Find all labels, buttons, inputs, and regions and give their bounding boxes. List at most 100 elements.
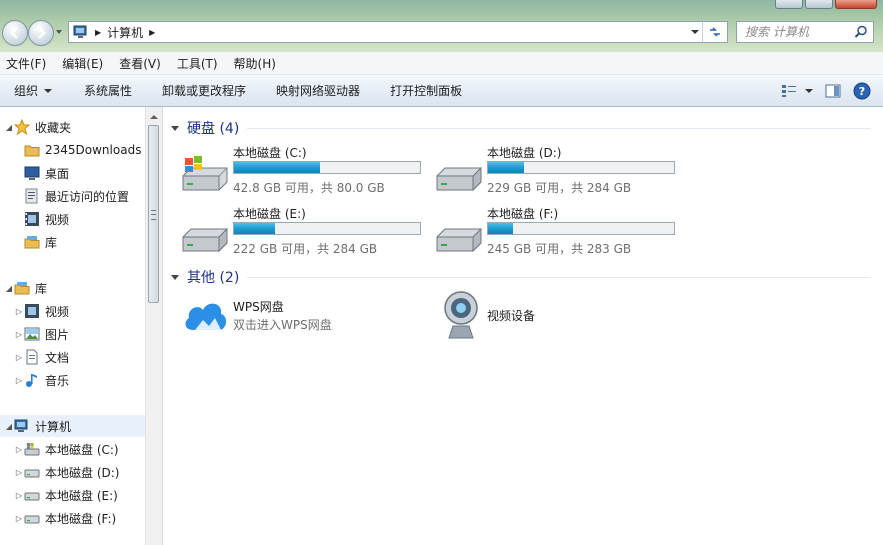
expand-icon[interactable]: ▷ — [14, 491, 24, 500]
view-dropdown-icon[interactable] — [805, 88, 813, 93]
expand-icon[interactable]: ▷ — [14, 307, 24, 316]
back-button[interactable] — [2, 20, 28, 46]
document-icon — [24, 349, 40, 365]
video-icon — [24, 211, 40, 227]
drive-usage-bar — [487, 222, 675, 235]
change-view-icon — [782, 84, 796, 97]
nav-item-label: 桌面 — [45, 166, 70, 181]
expand-icon[interactable]: ▷ — [14, 376, 24, 385]
nav-favorites[interactable]: ◢ 收藏夹 — [4, 116, 71, 138]
refresh-button[interactable] — [702, 22, 727, 42]
search-icon[interactable] — [854, 25, 868, 39]
refresh-icon — [710, 27, 720, 37]
nav-item-videos[interactable]: 视频 — [24, 208, 69, 230]
nav-library-documents[interactable]: ▷ 文档 — [14, 346, 69, 368]
forward-button[interactable] — [28, 20, 54, 46]
drive-free-space: 229 GB 可用，共 284 GB — [487, 181, 632, 195]
group-header-other[interactable]: 其他 (2) — [171, 267, 871, 287]
nav-item-desktop[interactable]: 桌面 — [24, 162, 69, 184]
wps-cloud-item[interactable]: WPS网盘 双击进入WPS网盘 — [181, 298, 421, 348]
svg-text:?: ? — [859, 85, 865, 98]
search-box[interactable] — [736, 21, 874, 43]
address-history-dropdown-icon[interactable] — [691, 28, 699, 36]
nav-library-music[interactable]: ▷ 音乐 — [14, 369, 69, 391]
nav-item-label: 本地磁盘 (E:) — [45, 488, 118, 503]
drive-free-space: 222 GB 可用，共 284 GB — [233, 242, 378, 256]
nav-item-label: 本地磁盘 (D:) — [45, 465, 120, 480]
close-button[interactable] — [835, 0, 877, 9]
nav-drive-e[interactable]: ▷ 本地磁盘 (E:) — [14, 484, 118, 506]
collapse-group-icon[interactable] — [171, 274, 179, 280]
breadcrumb-separator-icon[interactable]: ▶ — [95, 28, 101, 37]
video-device-item[interactable]: 视频设备 — [435, 290, 635, 340]
nav-libraries-label: 库 — [35, 281, 48, 296]
maximize-button[interactable] — [805, 0, 833, 9]
item-name: WPS网盘 — [233, 300, 284, 314]
scroll-up-icon[interactable] — [150, 115, 158, 119]
open-control-panel-button[interactable]: 打开控制面板 — [382, 78, 470, 103]
collapse-icon[interactable]: ◢ — [4, 284, 14, 293]
expand-icon[interactable]: ▷ — [14, 353, 24, 362]
window-controls — [775, 0, 877, 9]
nav-item-2345downloads[interactable]: 2345Downloads — [24, 139, 141, 161]
nav-item-label: 视频 — [45, 304, 70, 319]
nav-computer[interactable]: ◢ 计算机 — [0, 415, 145, 437]
nav-drive-d[interactable]: ▷ 本地磁盘 (D:) — [14, 461, 120, 483]
breadcrumb: 计算机 ▶ — [107, 24, 155, 41]
help-button[interactable]: ? — [853, 82, 871, 100]
collapse-icon[interactable]: ◢ — [4, 422, 14, 431]
picture-icon — [24, 326, 40, 342]
menu-view[interactable]: 查看(V) — [113, 52, 167, 75]
drive-item-c[interactable]: 本地磁盘 (C:) 42.8 GB 可用，共 80.0 GB — [181, 144, 431, 198]
drive-icon — [436, 166, 482, 192]
drive-icon — [24, 510, 40, 526]
recent-pages-dropdown-icon[interactable] — [55, 28, 63, 36]
drive-usage-fill — [488, 162, 525, 173]
breadcrumb-arrow-icon[interactable]: ▶ — [149, 28, 155, 37]
collapse-group-icon[interactable] — [171, 125, 179, 131]
nav-drive-c[interactable]: ▷ 本地磁盘 (C:) — [14, 438, 119, 460]
command-bar: 组织 系统属性 卸载或更改程序 映射网络驱动器 打开控制面板 ? — [0, 75, 883, 107]
nav-libraries[interactable]: ◢ 库 — [4, 277, 47, 299]
minimize-button[interactable] — [775, 0, 803, 9]
navigation-scrollbar[interactable] — [145, 107, 162, 545]
menu-help[interactable]: 帮助(H) — [228, 52, 282, 75]
scroll-thumb[interactable] — [148, 125, 159, 303]
help-icon: ? — [853, 82, 871, 99]
group-header-drives[interactable]: 硬盘 (4) — [171, 118, 871, 138]
system-properties-button[interactable]: 系统属性 — [76, 78, 140, 103]
drive-name: 本地磁盘 (E:) — [233, 207, 306, 221]
star-icon — [14, 119, 30, 135]
nav-item-label: 本地磁盘 (C:) — [45, 442, 119, 457]
library-icon — [24, 234, 40, 250]
view-options-button[interactable] — [781, 84, 813, 98]
menu-tools[interactable]: 工具(T) — [171, 52, 224, 75]
uninstall-program-button[interactable]: 卸载或更改程序 — [154, 78, 254, 103]
drive-item-e[interactable]: 本地磁盘 (E:) 222 GB 可用，共 284 GB — [181, 205, 431, 259]
drive-item-d[interactable]: 本地磁盘 (D:) 229 GB 可用，共 284 GB — [435, 144, 685, 198]
expand-icon[interactable]: ▷ — [14, 445, 24, 454]
breadcrumb-computer[interactable]: 计算机 — [107, 24, 143, 41]
nav-item-library-shortcut[interactable]: 库 — [24, 231, 57, 253]
drive-item-f[interactable]: 本地磁盘 (F:) 245 GB 可用，共 283 GB — [435, 205, 685, 259]
expand-icon[interactable]: ▷ — [14, 514, 24, 523]
cloud-icon — [185, 303, 227, 330]
expand-icon[interactable]: ▷ — [14, 330, 24, 339]
map-network-drive-button[interactable]: 映射网络驱动器 — [268, 78, 368, 103]
nav-item-recent-places[interactable]: 最近访问的位置 — [24, 185, 129, 207]
organize-label: 组织 — [14, 84, 39, 98]
expand-icon[interactable]: ▷ — [14, 468, 24, 477]
search-input[interactable] — [743, 24, 855, 40]
group-title: 硬盘 (4) — [187, 121, 240, 137]
menu-file[interactable]: 文件(F) — [0, 52, 52, 75]
item-name: 视频设备 — [487, 309, 536, 323]
collapse-icon[interactable]: ◢ — [4, 123, 14, 132]
menu-edit[interactable]: 编辑(E) — [56, 52, 109, 75]
nav-library-pictures[interactable]: ▷ 图片 — [14, 323, 69, 345]
nav-drive-f[interactable]: ▷ 本地磁盘 (F:) — [14, 507, 116, 529]
nav-favorites-label: 收藏夹 — [35, 120, 72, 135]
address-bar[interactable]: ▶ 计算机 ▶ — [68, 21, 728, 43]
organize-button[interactable]: 组织 — [6, 78, 60, 103]
preview-pane-button[interactable] — [825, 84, 841, 98]
nav-library-videos[interactable]: ▷ 视频 — [14, 300, 69, 322]
